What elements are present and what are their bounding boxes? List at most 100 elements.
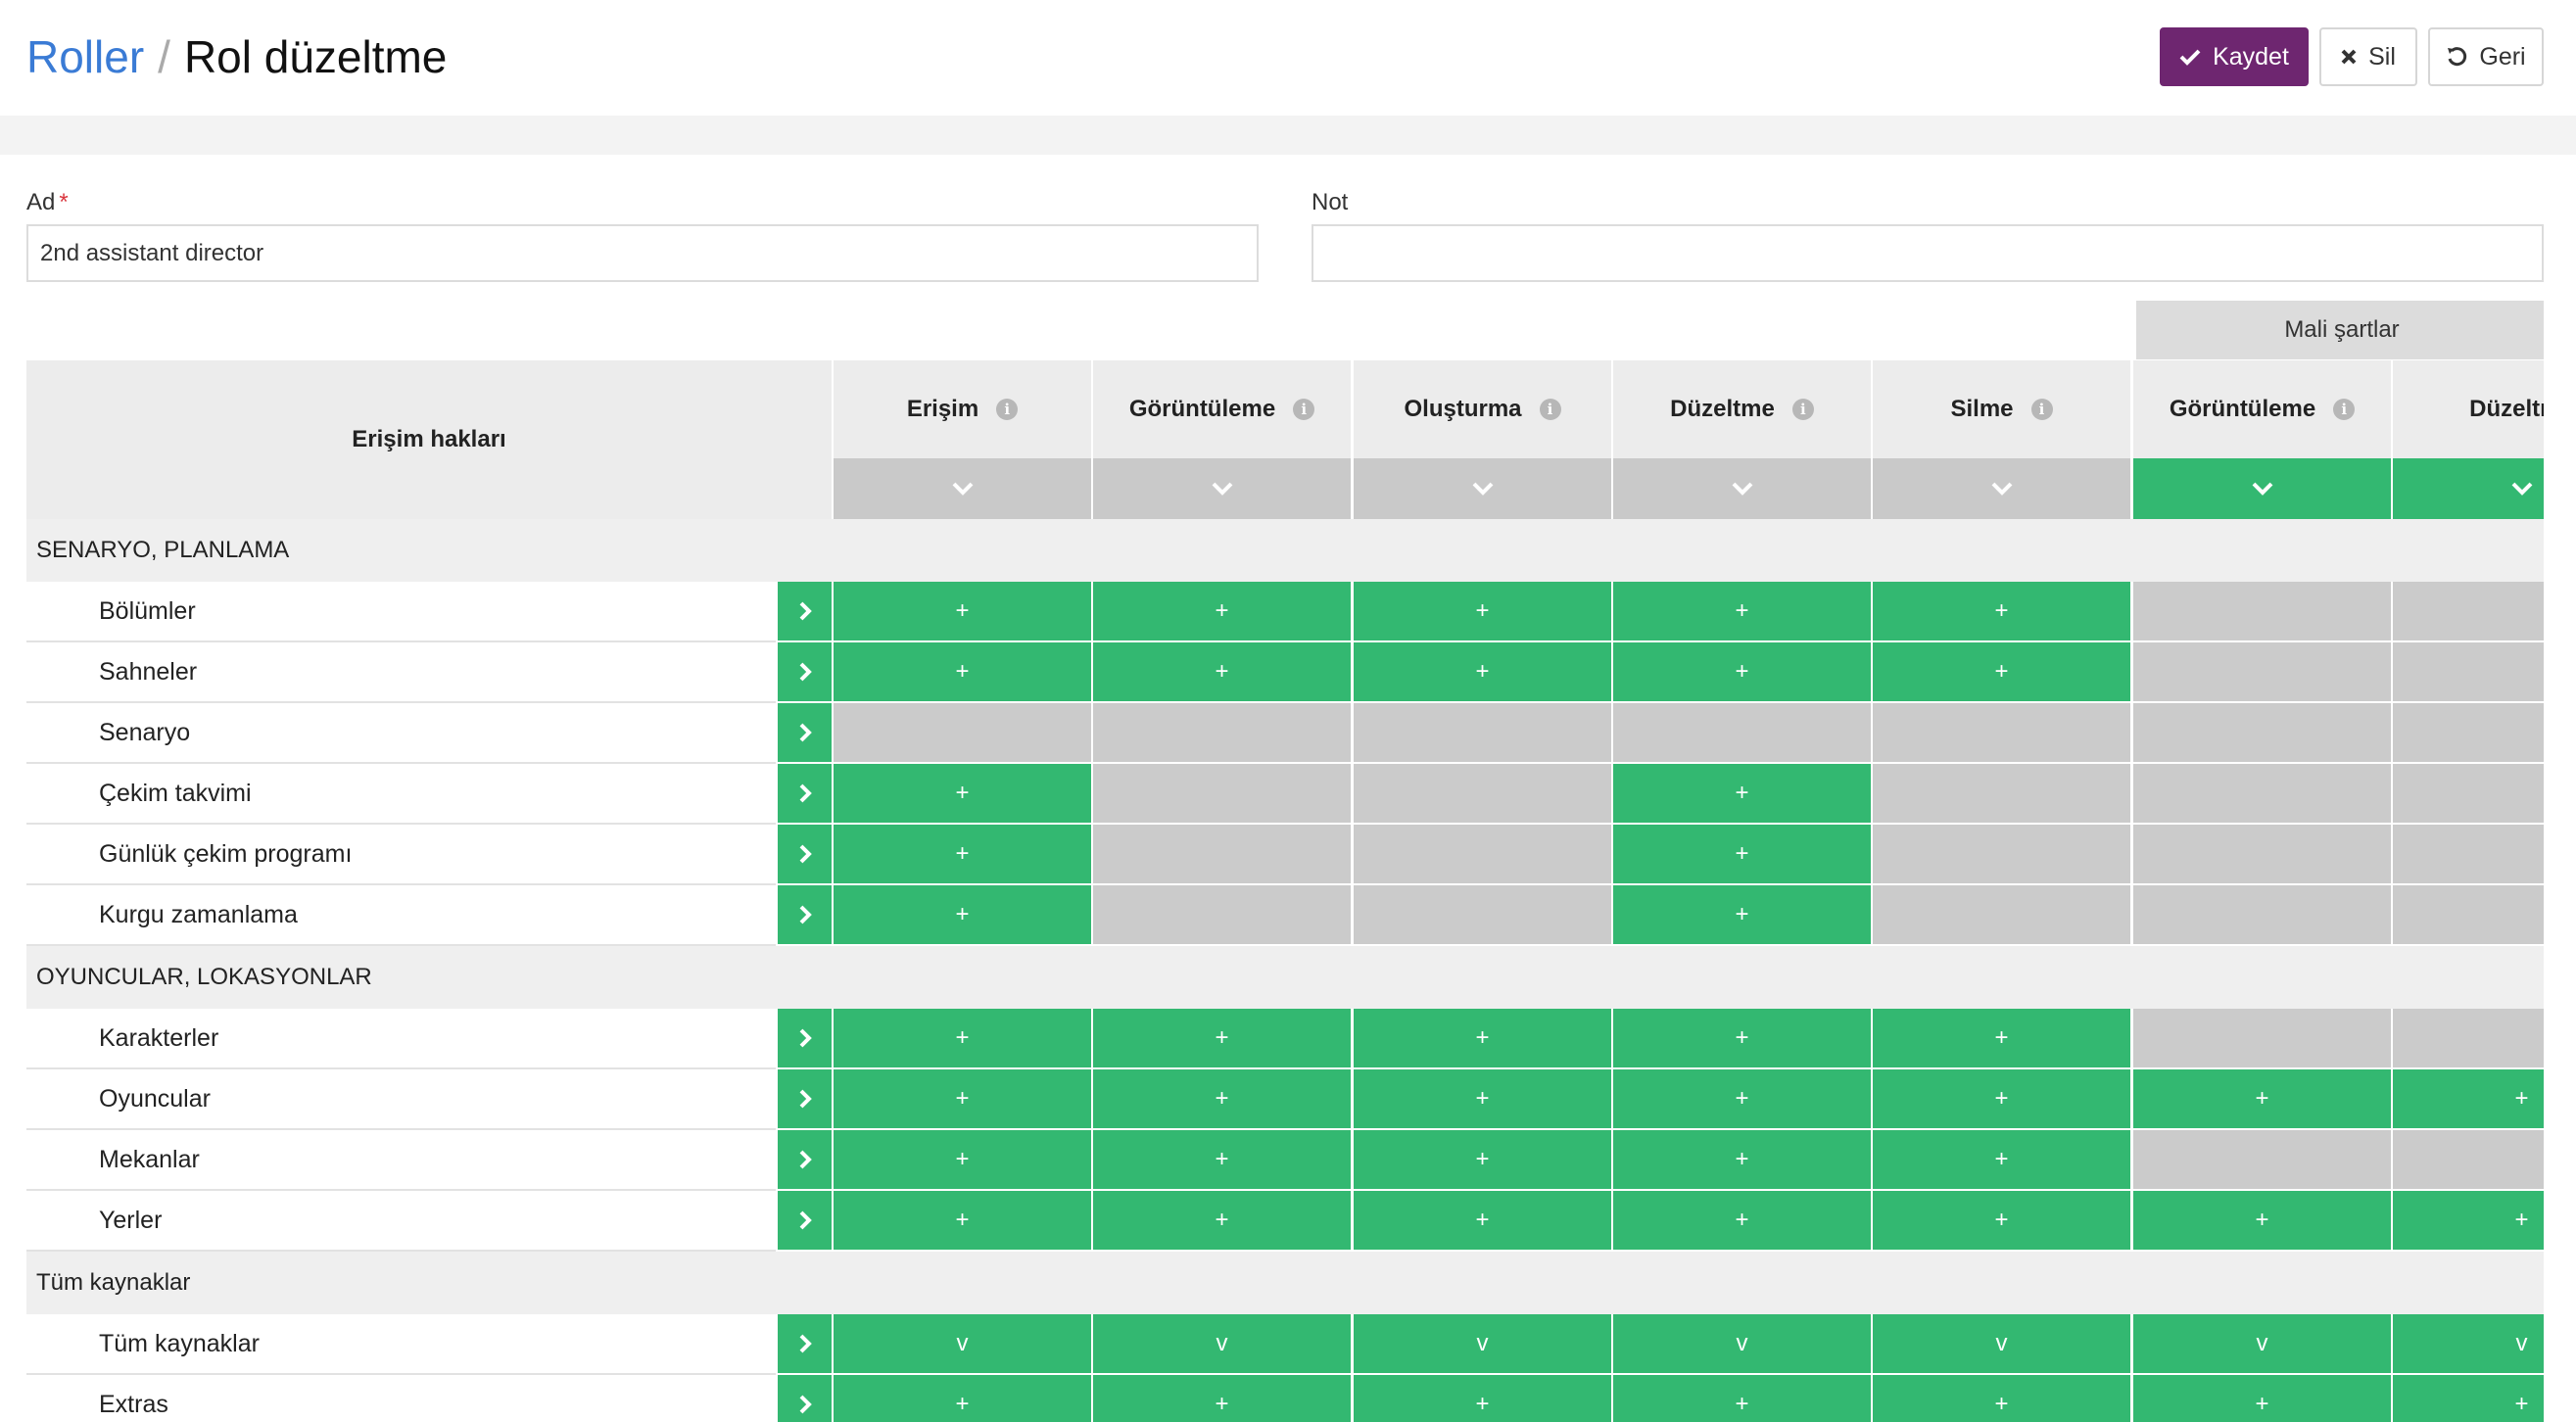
info-icon[interactable]: i (2333, 399, 2356, 420)
permission-cell[interactable]: + (1091, 1375, 1351, 1422)
permission-cell[interactable]: + (2131, 1069, 2391, 1130)
permission-cell[interactable] (2131, 825, 2391, 885)
permission-cell[interactable]: + (1352, 1191, 1611, 1252)
permission-cell[interactable]: + (1611, 642, 1871, 703)
permission-cell[interactable]: + (832, 642, 1091, 703)
permission-cell[interactable] (2391, 703, 2544, 764)
permission-cell[interactable]: + (1091, 642, 1351, 703)
permission-cell[interactable] (1352, 703, 1611, 764)
permission-cell[interactable]: + (2391, 1069, 2544, 1130)
permission-cell[interactable]: + (1611, 1191, 1871, 1252)
column-toggle-all[interactable] (1611, 458, 1871, 519)
column-toggle-all[interactable] (1352, 458, 1611, 519)
row-expand-button[interactable] (778, 764, 832, 823)
permission-cell[interactable]: v (1352, 1314, 1611, 1375)
permission-cell[interactable]: + (1871, 642, 2130, 703)
permission-cell[interactable]: + (2131, 1375, 2391, 1422)
permission-cell[interactable] (2131, 1009, 2391, 1069)
permission-cell[interactable] (2391, 1130, 2544, 1191)
permission-cell[interactable] (2131, 885, 2391, 946)
row-expand-button[interactable] (778, 703, 832, 762)
permission-cell[interactable]: v (832, 1314, 1091, 1375)
permission-cell[interactable]: + (832, 1130, 1091, 1191)
permission-cell[interactable]: + (2391, 1191, 2544, 1252)
permission-cell[interactable]: + (1871, 1009, 2130, 1069)
permission-cell[interactable]: + (1091, 1130, 1351, 1191)
row-expand-button[interactable] (778, 1191, 832, 1250)
permission-cell[interactable] (2131, 703, 2391, 764)
permission-cell[interactable]: + (1352, 582, 1611, 642)
permission-cell[interactable] (2391, 885, 2544, 946)
column-toggle-all[interactable] (1871, 458, 2130, 519)
permission-cell[interactable]: + (832, 1009, 1091, 1069)
column-toggle-all[interactable] (2131, 458, 2391, 519)
permission-cell[interactable]: + (1871, 1375, 2130, 1422)
permission-cell[interactable]: + (832, 764, 1091, 825)
permission-cell[interactable]: + (1352, 642, 1611, 703)
permission-cell[interactable] (1871, 885, 2130, 946)
permission-cell[interactable]: + (1611, 1009, 1871, 1069)
permission-cell[interactable]: + (832, 1375, 1091, 1422)
permission-cell[interactable]: v (1091, 1314, 1351, 1375)
row-expand-button[interactable] (778, 582, 832, 640)
permission-cell[interactable]: + (832, 885, 1091, 946)
row-expand-button[interactable] (778, 1130, 832, 1189)
permission-cell[interactable]: + (1091, 1009, 1351, 1069)
permission-cell[interactable]: + (1352, 1009, 1611, 1069)
permission-cell[interactable] (2131, 582, 2391, 642)
permission-cell[interactable]: + (2391, 1375, 2544, 1422)
permission-cell[interactable]: + (1352, 1069, 1611, 1130)
permission-cell[interactable] (1871, 825, 2130, 885)
permission-cell[interactable] (2391, 1009, 2544, 1069)
column-toggle-all[interactable] (832, 458, 1091, 519)
permission-cell[interactable]: + (832, 1191, 1091, 1252)
permission-cell[interactable]: + (1611, 885, 1871, 946)
permission-cell[interactable] (2391, 642, 2544, 703)
permission-cell[interactable]: + (1611, 1375, 1871, 1422)
permission-cell[interactable]: + (1611, 582, 1871, 642)
permission-cell[interactable]: + (1611, 1130, 1871, 1191)
permission-cell[interactable]: + (832, 825, 1091, 885)
info-icon[interactable]: i (1791, 399, 1814, 420)
permission-cell[interactable]: v (1611, 1314, 1871, 1375)
permission-cell[interactable] (2391, 582, 2544, 642)
permission-cell[interactable]: v (2391, 1314, 2544, 1375)
row-expand-button[interactable] (778, 642, 832, 701)
permission-cell[interactable]: + (2131, 1191, 2391, 1252)
permission-cell[interactable]: + (832, 1069, 1091, 1130)
permission-cell[interactable]: + (1091, 582, 1351, 642)
column-toggle-all[interactable] (1091, 458, 1351, 519)
info-icon[interactable]: i (1539, 399, 1561, 420)
permission-cell[interactable]: + (1352, 1130, 1611, 1191)
permission-cell[interactable]: + (1611, 825, 1871, 885)
permission-cell[interactable]: + (1352, 1375, 1611, 1422)
permission-cell[interactable] (1352, 825, 1611, 885)
permission-cell[interactable] (2131, 1130, 2391, 1191)
permission-cell[interactable]: + (1611, 1069, 1871, 1130)
info-icon[interactable]: i (996, 399, 1019, 420)
row-expand-button[interactable] (778, 1375, 832, 1422)
row-expand-button[interactable] (778, 1009, 832, 1067)
row-expand-button[interactable] (778, 885, 832, 944)
permission-cell[interactable]: v (2131, 1314, 2391, 1375)
permission-cell[interactable]: v (1871, 1314, 2130, 1375)
permission-cell[interactable]: + (1871, 1069, 2130, 1130)
permission-cell[interactable]: + (1091, 1191, 1351, 1252)
permission-cell[interactable] (1611, 703, 1871, 764)
permission-cell[interactable] (1091, 703, 1351, 764)
permission-cell[interactable] (1091, 825, 1351, 885)
row-expand-button[interactable] (778, 1069, 832, 1128)
permission-cell[interactable] (1352, 885, 1611, 946)
permission-cell[interactable] (832, 703, 1091, 764)
permission-cell[interactable] (2391, 825, 2544, 885)
permission-cell[interactable] (1352, 764, 1611, 825)
column-toggle-all[interactable] (2391, 458, 2544, 519)
permission-cell[interactable]: + (1611, 764, 1871, 825)
info-icon[interactable]: i (1293, 399, 1315, 420)
row-expand-button[interactable] (778, 825, 832, 883)
row-expand-button[interactable] (778, 1314, 832, 1373)
permission-cell[interactable] (1091, 764, 1351, 825)
permission-cell[interactable]: + (1091, 1069, 1351, 1130)
permission-cell[interactable] (2131, 764, 2391, 825)
permission-cell[interactable]: + (1871, 1130, 2130, 1191)
